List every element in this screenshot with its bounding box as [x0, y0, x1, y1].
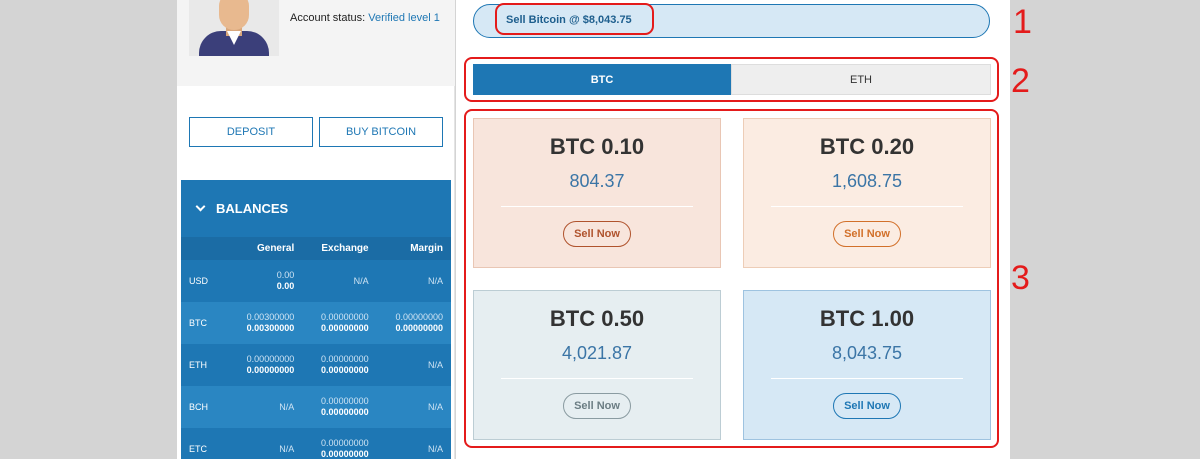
currency-cell: ETC	[181, 428, 228, 459]
currency-cell: BCH	[181, 386, 228, 428]
general-cell: N/A	[227, 428, 303, 459]
table-row: BTC 0.00300000 0.00300000 0.00000000 0.0…	[181, 302, 451, 344]
annotation-highlight-1	[495, 3, 654, 35]
general-value-top: 0.00300000	[246, 312, 295, 322]
general-value-bottom: 0.00	[276, 281, 295, 291]
exchange-value-top: 0.00000000	[321, 354, 369, 364]
general-value-top: 0.00000000	[246, 354, 295, 364]
column-header-general: General	[227, 237, 303, 260]
exchange-value-bottom: 0.00000000	[321, 365, 369, 375]
margin-cell: N/A	[376, 260, 451, 302]
avatar	[189, 0, 279, 56]
annotation-highlight-3	[464, 109, 999, 448]
margin-cell: 0.00000000 0.00000000	[376, 302, 451, 344]
general-cell: 0.00300000 0.00300000	[227, 302, 303, 344]
balances-header[interactable]: BALANCES	[181, 180, 451, 237]
exchange-cell: 0.00000000 0.00000000	[302, 302, 377, 344]
account-sidebar: Account status: Verified level 1 DEPOSIT…	[177, 0, 455, 459]
margin-value-top: 0.00000000	[395, 312, 443, 322]
margin-cell: N/A	[376, 428, 451, 459]
exchange-value-bottom: 0.00000000	[321, 407, 369, 417]
profile-section: Account status: Verified level 1	[177, 0, 455, 86]
annotation-number-2: 2	[1011, 62, 1030, 100]
exchange-cell: N/A	[302, 260, 377, 302]
general-value-bottom: 0.00000000	[246, 365, 295, 375]
account-status-label: Account status:	[290, 12, 366, 24]
annotation-number-1: 1	[1013, 3, 1032, 41]
account-status: Account status: Verified level 1	[290, 12, 440, 24]
account-status-value[interactable]: Verified level 1	[368, 12, 440, 24]
currency-cell: ETH	[181, 344, 228, 386]
margin-cell: N/A	[376, 386, 451, 428]
table-row: ETC N/A 0.00000000 0.00000000 N/A	[181, 428, 451, 459]
currency-cell: USD	[181, 260, 228, 302]
column-header	[181, 237, 228, 260]
currency-cell: BTC	[181, 302, 228, 344]
table-row: BCH N/A 0.00000000 0.00000000 N/A	[181, 386, 451, 428]
exchange-cell: 0.00000000 0.00000000	[302, 344, 377, 386]
exchange-value-top: 0.00000000	[321, 396, 369, 406]
exchange-value-bottom: 0.00000000	[321, 323, 369, 333]
annotation-highlight-2	[464, 57, 999, 102]
exchange-cell: 0.00000000 0.00000000	[302, 386, 377, 428]
table-row: USD 0.00 0.00 N/A N/A	[181, 260, 451, 302]
margin-cell: N/A	[376, 344, 451, 386]
chevron-down-icon	[195, 201, 206, 212]
exchange-cell: 0.00000000 0.00000000	[302, 428, 377, 459]
balances-title: BALANCES	[216, 201, 289, 216]
column-header-margin: Margin	[376, 237, 451, 260]
balances-table: General Exchange Margin USD 0.00 0.00 N/…	[181, 237, 451, 459]
general-cell: N/A	[227, 386, 303, 428]
deposit-button[interactable]: DEPOSIT	[189, 117, 313, 147]
exchange-value-top: 0.00000000	[321, 438, 369, 448]
table-row: ETH 0.00000000 0.00000000 0.00000000 0.0…	[181, 344, 451, 386]
annotation-number-3: 3	[1011, 259, 1030, 297]
exchange-value-top: 0.00000000	[321, 312, 369, 322]
general-value-top: 0.00	[276, 270, 295, 280]
margin-value-bottom: 0.00000000	[395, 323, 443, 333]
exchange-value-bottom: 0.00000000	[321, 449, 369, 459]
general-cell: 0.00 0.00	[227, 260, 303, 302]
general-cell: 0.00000000 0.00000000	[227, 344, 303, 386]
column-header-exchange: Exchange	[302, 237, 377, 260]
general-value-bottom: 0.00300000	[246, 323, 295, 333]
balances-panel: BALANCES General Exchange Margin USD 0.0…	[181, 180, 451, 459]
buy-bitcoin-button[interactable]: BUY BITCOIN	[319, 117, 443, 147]
